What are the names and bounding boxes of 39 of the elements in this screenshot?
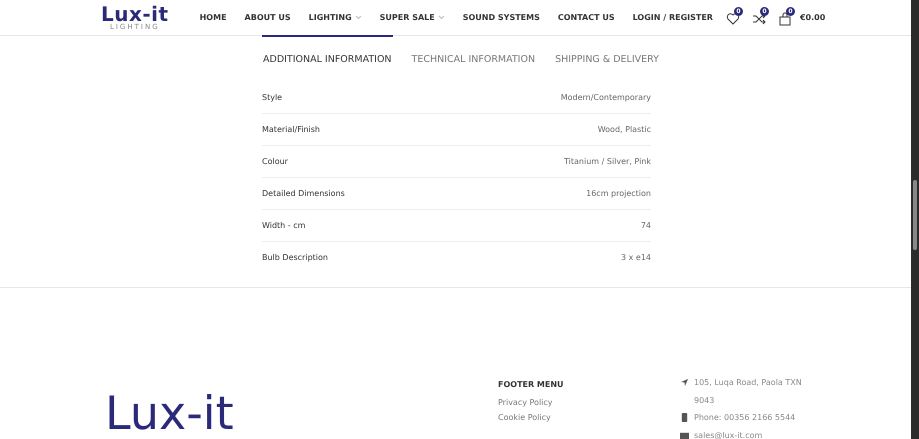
attribute-value: 74 xyxy=(640,221,651,230)
attribute-value: Modern/Contemporary xyxy=(560,93,651,102)
nav-link[interactable]: ABOUT US xyxy=(236,13,300,22)
tab[interactable]: TECHNICAL INFORMATION xyxy=(410,35,536,82)
nav-link[interactable]: CONTACT US xyxy=(548,13,624,22)
caret-icon xyxy=(354,15,362,20)
attribute-value: 3 x e14 xyxy=(620,253,651,262)
nav-link[interactable]: LIGHTING xyxy=(300,13,371,22)
contact-text: 9043 xyxy=(694,394,714,406)
nav-link[interactable]: SUPER SALE xyxy=(370,13,454,22)
attribute-value: Wood, Plastic xyxy=(598,125,651,134)
footer-menu-title: FOOTER MENU xyxy=(498,380,565,389)
cart-total[interactable]: €0.00 xyxy=(800,13,826,22)
footer-link[interactable]: Privacy Policy xyxy=(498,398,680,407)
location-arrow-icon xyxy=(680,378,689,387)
phone-icon xyxy=(680,413,689,422)
heart-icon[interactable] xyxy=(726,12,740,26)
caret-icon xyxy=(438,15,445,20)
attribute-name: Width - cm xyxy=(262,221,306,230)
attribute-value: 16cm projection xyxy=(586,189,651,198)
login-link[interactable]: LOGIN / REGISTER xyxy=(624,13,722,22)
footer-logo[interactable]: Lux-it xyxy=(105,386,234,439)
tab[interactable]: SHIPPING & DELIVERY xyxy=(554,35,660,82)
contact-text: sales@lux-it.com xyxy=(694,430,762,439)
nav-link[interactable]: HOME xyxy=(190,13,236,22)
contact-text: Phone: 00356 2166 5544 xyxy=(694,412,796,424)
scrollbar[interactable] xyxy=(911,0,919,439)
attribute-name: Colour xyxy=(262,157,288,166)
logo[interactable]: Lux-it xyxy=(101,4,169,24)
attribute-name: Bulb Description xyxy=(262,253,328,262)
nav-link[interactable]: SOUND SYSTEMS xyxy=(454,13,549,22)
attribute-name: Style xyxy=(262,93,282,102)
footer-link[interactable]: Cookie Policy xyxy=(498,413,680,422)
attribute-value: Titanium / Silver, Pink xyxy=(564,157,651,166)
attribute-name: Detailed Dimensions xyxy=(262,189,345,198)
attribute-name: Material/Finish xyxy=(262,125,320,134)
shopping-bag-icon[interactable] xyxy=(778,12,792,26)
tab[interactable]: ADDITIONAL INFORMATION xyxy=(262,35,393,82)
contact-text: 105, Luqa Road, Paola TXN xyxy=(694,377,802,389)
